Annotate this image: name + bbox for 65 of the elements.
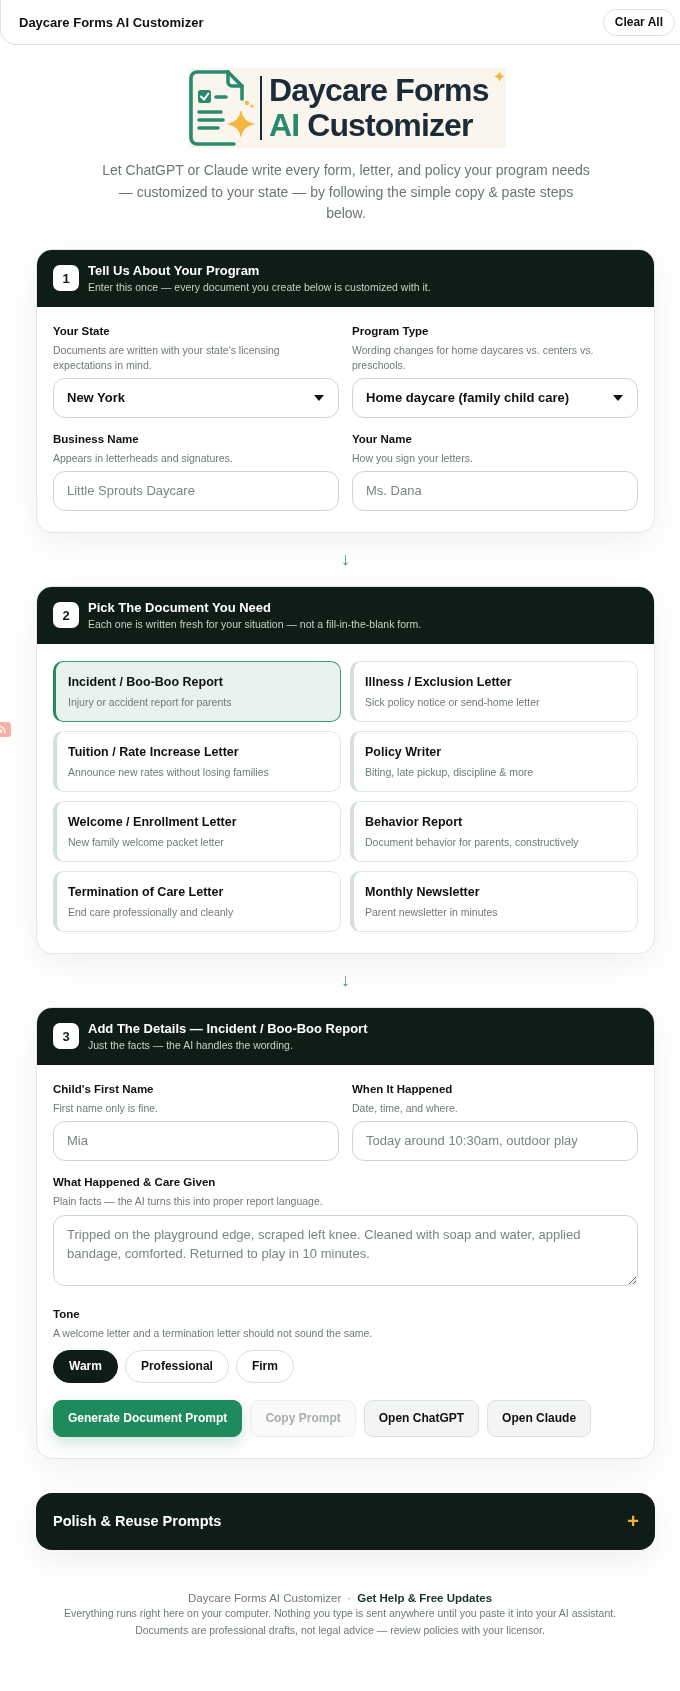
document-option[interactable]: Policy Writer Biting, late pickup, discipline & more [350, 730, 638, 792]
document-option[interactable]: Illness / Exclusion Letter Sick policy notice or send-home letter [350, 660, 638, 722]
field-help: A welcome letter and a termination letter should not sound the same. [53, 1325, 374, 1341]
step-number: 1 [53, 265, 79, 291]
step-subtitle: Each one is written fresh for your situation — not a fill-in-the-blank form. [88, 616, 422, 631]
field-label: Program Type [352, 323, 430, 338]
tone-option[interactable]: Warm [53, 1349, 118, 1383]
text-input[interactable]: Little Sprouts Daycare [53, 470, 339, 511]
action-button[interactable]: Open ChatGPT [363, 1399, 480, 1437]
step-arrow: ↓ [341, 969, 350, 991]
document-option[interactable]: Monthly Newsletter Parent newsletter in minutes [350, 870, 638, 932]
document-option[interactable]: Tuition / Rate Increase Letter Announce new rates without losing families [53, 730, 341, 792]
field-help: First name only is fine. [53, 1100, 160, 1116]
sparkle-icon [494, 71, 505, 82]
step-arrow: ↓ [341, 548, 350, 570]
step-subtitle: Just the facts — the AI handles the wording. [88, 1037, 294, 1052]
document-option[interactable]: Behavior Report Document behavior for parents, constructively [350, 800, 638, 862]
text-input[interactable]: Today around 10:30am, outdoor play [352, 1120, 638, 1161]
logo-subtitle: AI Customizer [269, 108, 473, 143]
caret-icon [314, 394, 324, 401]
document-checklist-icon [188, 69, 256, 147]
clear-all-button[interactable]: Clear All [602, 8, 675, 36]
accordion-title: Polish & Reuse Prompts [53, 1513, 222, 1529]
field-label: Your Name [352, 431, 413, 446]
action-button[interactable]: Generate Document Prompt [53, 1399, 243, 1437]
intro-text: Let ChatGPT or Claude write every form, letter, and policy your program needs — customized to your state — by following the simple copy & paste steps below. [101, 161, 591, 223]
step-title: Tell Us About Your Program [88, 262, 261, 279]
field-help: Appears in letterheads and signatures. [53, 450, 234, 466]
footer-brand: Daycare Forms AI Customizer [187, 1591, 342, 1604]
step-title: Add The Details — Incident / Boo-Boo Report [88, 1020, 368, 1037]
document-option[interactable]: Termination of Care Letter End care professionally and cleanly [53, 870, 341, 932]
field-help: How you sign your letters. [352, 450, 474, 466]
tone-option[interactable]: Professional [124, 1349, 229, 1383]
step-number: 2 [53, 602, 79, 628]
field-help: Plain facts — the AI turns this into proper report language. [53, 1193, 324, 1209]
step-number: 3 [53, 1023, 79, 1049]
step-subtitle: Enter this once — every document you create below is customized with it. [88, 279, 431, 294]
text-input[interactable]: Ms. Dana [352, 470, 638, 511]
field-label: Child's First Name [53, 1081, 155, 1096]
action-button[interactable]: Open Claude [487, 1399, 592, 1437]
field-label: What Happened & Care Given [53, 1174, 217, 1189]
caret-icon [613, 394, 623, 401]
document-option[interactable]: Incident / Boo-Boo Report Injury or accident report for parents [53, 660, 341, 722]
footer-note: Everything runs right here on your computer. Nothing you type is sent anywhere until you paste it into your AI assistant. [62, 1605, 618, 1621]
dropdown[interactable]: New York [53, 377, 339, 418]
field-label: Tone [53, 1306, 81, 1321]
footer-separator: · [347, 1591, 352, 1604]
footer-note: Documents are professional drafts, not legal advice — review policies with your licensor. [134, 1622, 546, 1638]
field-help: Wording changes for home daycares vs. centers vs. preschools. [352, 342, 595, 373]
feed-icon[interactable] [0, 722, 11, 737]
logo-title: Daycare Forms [269, 73, 489, 108]
tone-option[interactable]: Firm [235, 1349, 294, 1383]
document-option[interactable]: Welcome / Enrollment Letter New family welcome packet letter [53, 800, 341, 862]
field-label: Your State [53, 323, 111, 338]
dropdown[interactable]: Home daycare (family child care) [352, 377, 638, 418]
field-label: When It Happened [352, 1081, 454, 1096]
field-label: Business Name [53, 431, 140, 446]
field-help: Documents are written with your state's licensing expectations in mind. [53, 342, 281, 373]
expand-button[interactable]: + [623, 1510, 643, 1532]
help-link[interactable]: Get Help & Free Updates [357, 1591, 493, 1604]
app-title: Daycare Forms AI Customizer [19, 14, 204, 30]
step-title: Pick The Document You Need [88, 599, 272, 616]
field-help: Date, time, and where. [352, 1100, 459, 1116]
text-input[interactable]: Mia [53, 1120, 339, 1161]
text-area[interactable]: Tripped on the playground edge, scraped left knee. Cleaned with soap and water, applied bandage, comforted. Returned to play in 10 minutes. [53, 1214, 638, 1286]
